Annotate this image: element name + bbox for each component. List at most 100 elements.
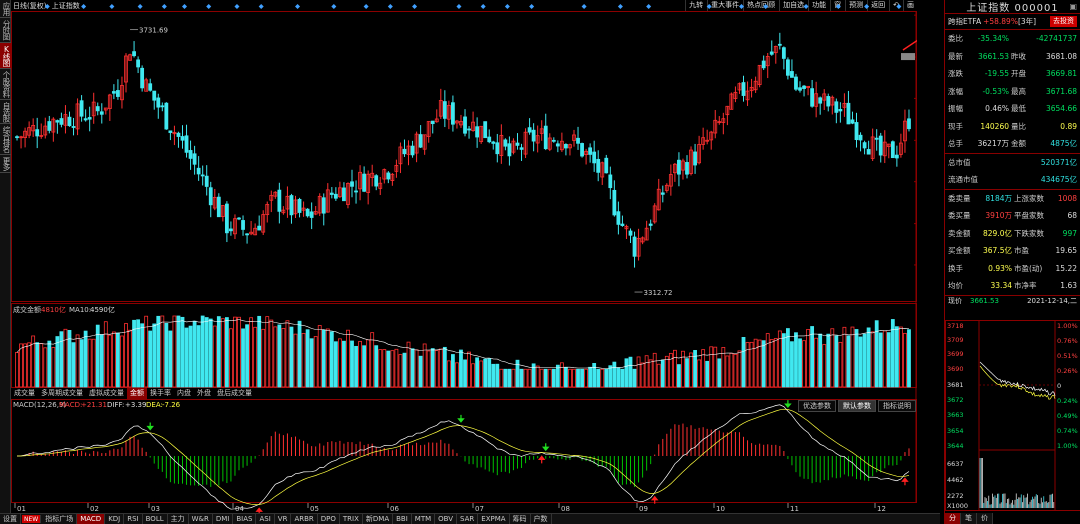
volume-bar-up bbox=[636, 356, 641, 388]
mid-tab-outer[interactable]: 外盘 bbox=[194, 388, 214, 399]
tab-arbr[interactable]: ARBR bbox=[291, 514, 318, 524]
candle-down bbox=[858, 134, 863, 141]
left-tab-profile[interactable]: 个股资料 bbox=[0, 69, 11, 100]
candle-down bbox=[794, 76, 798, 90]
mid-tab-inner[interactable]: 内盘 bbox=[174, 388, 194, 399]
tab-asi[interactable]: ASI bbox=[256, 514, 275, 524]
settings-tab[interactable]: 设置 bbox=[0, 514, 21, 524]
volume-bar-down bbox=[705, 360, 710, 388]
tab-new-dma[interactable]: 新DMA bbox=[363, 514, 394, 524]
candle-down bbox=[148, 83, 153, 91]
tab-chips[interactable]: 筹码 bbox=[510, 514, 531, 524]
left-tab-timeline[interactable]: 分时图 bbox=[0, 18, 11, 43]
tab-bias[interactable]: BIAS bbox=[233, 514, 257, 524]
high-price-label: 3731.69 bbox=[139, 27, 168, 35]
volume-indicator-tabs: 成交量 多周期成交量 虚拟成交量 金额 换手率 内盘 外盘 盘后成交量 bbox=[11, 388, 255, 399]
volume-bar-up bbox=[265, 316, 270, 388]
intraday-date: 2021-12-14,二 bbox=[1027, 297, 1077, 305]
tab-main-force[interactable]: 主力 bbox=[168, 514, 189, 524]
volume-bar-up bbox=[23, 343, 27, 388]
event-diamond bbox=[480, 4, 486, 9]
tab-dmi[interactable]: DMI bbox=[213, 514, 234, 524]
low-price-label: 3312.72 bbox=[644, 289, 673, 297]
volume-bar-up bbox=[160, 315, 165, 388]
volume-bar-down bbox=[519, 368, 524, 388]
intraday-chart[interactable]: 3718 3709 3699 3690 3681 3672 3663 3654 3644 6637… bbox=[945, 320, 1080, 512]
tab-price[interactable]: 价 bbox=[977, 513, 993, 524]
tab-dpo[interactable]: DPO bbox=[318, 514, 340, 524]
candle-down bbox=[350, 181, 354, 187]
mid-tab-turnover[interactable]: 换手率 bbox=[147, 388, 174, 399]
optimal-params-button[interactable]: 优选参数 bbox=[798, 400, 836, 412]
volume-bar-up bbox=[733, 353, 738, 388]
volume-bar-up bbox=[325, 328, 330, 388]
volume-bar-up bbox=[535, 365, 540, 388]
intraday-left-label: 3681 bbox=[947, 381, 964, 389]
tab-bbi[interactable]: BBI bbox=[393, 514, 412, 524]
volume-bar-up bbox=[644, 355, 649, 388]
indicator-help-button[interactable]: 指标说明 bbox=[878, 400, 916, 412]
mid-tab-multi-volume[interactable]: 多周期成交量 bbox=[38, 388, 86, 399]
volume-bar-down bbox=[854, 329, 859, 388]
volume-bar-down bbox=[79, 339, 84, 388]
tab-mtm[interactable]: MTM bbox=[412, 514, 436, 524]
mid-tab-virtual-volume[interactable]: 虚拟成交量 bbox=[86, 388, 127, 399]
month-label: 02 bbox=[90, 505, 99, 513]
invest-button[interactable]: 去投资 bbox=[1050, 16, 1077, 27]
left-tab-apps[interactable]: 应用 bbox=[0, 0, 11, 18]
tab-minute[interactable]: 分 bbox=[945, 513, 961, 524]
tab-rsi[interactable]: RSI bbox=[124, 514, 143, 524]
volume-bar-down bbox=[83, 330, 88, 388]
left-tab-ranking[interactable]: 综合排名 bbox=[0, 124, 11, 155]
bookmark-icon[interactable]: ▣ bbox=[1069, 2, 1077, 11]
candle-down bbox=[894, 154, 899, 159]
quote-header: 上证指数 000001 ▣ bbox=[945, 0, 1080, 14]
intraday-left-label: 3654 bbox=[947, 427, 964, 435]
tab-sar[interactable]: SAR bbox=[457, 514, 479, 524]
mid-tab-amount[interactable]: 金额 bbox=[127, 388, 147, 399]
now-label: 现价 bbox=[948, 297, 962, 305]
event-diamond bbox=[81, 4, 87, 9]
volume-bar-up bbox=[899, 326, 903, 388]
left-tab-watchlist[interactable]: 自选股 bbox=[0, 100, 11, 124]
tab-wr[interactable]: W&R bbox=[189, 514, 213, 524]
mid-tab-volume[interactable]: 成交量 bbox=[11, 388, 38, 399]
left-tab-more[interactable]: 更多 bbox=[0, 155, 11, 173]
quote-row: 涨幅 -0.53% 最高 3671.68 bbox=[945, 83, 1080, 101]
mid-tab-after-hours[interactable]: 盘后成交量 bbox=[214, 388, 255, 399]
volume-bar-down bbox=[333, 341, 338, 388]
cap-label: 流通市值 bbox=[948, 175, 978, 185]
tab-holders[interactable]: 户数 bbox=[531, 514, 552, 524]
volume-bar-down bbox=[59, 331, 64, 388]
volume-bar-up bbox=[406, 341, 411, 388]
candle-down bbox=[519, 147, 524, 150]
candle-down bbox=[874, 137, 879, 140]
tab-indicator-square[interactable]: 指标广场 bbox=[42, 514, 78, 524]
tab-macd[interactable]: MACD bbox=[77, 514, 106, 524]
left-tab-kline[interactable]: K线图 bbox=[0, 42, 11, 69]
tab-expma[interactable]: EXPMA bbox=[478, 514, 510, 524]
event-diamond bbox=[182, 4, 188, 9]
tab-kdj[interactable]: KDJ bbox=[105, 514, 125, 524]
tab-obv[interactable]: OBV bbox=[435, 514, 458, 524]
volume-bar-up bbox=[237, 316, 241, 388]
volume-bar-down bbox=[418, 355, 423, 388]
tab-boll[interactable]: BOLL bbox=[143, 514, 168, 524]
row-value: -35.34% bbox=[977, 34, 1009, 44]
kline-chart[interactable]: 3755368836223555348934223356 3731.693312… bbox=[11, 0, 917, 513]
volume-bar-down bbox=[99, 334, 104, 388]
volume-bar-up bbox=[398, 354, 403, 388]
default-params-button[interactable]: 默认参数 bbox=[838, 400, 876, 412]
tab-trades[interactable]: 笔 bbox=[961, 513, 977, 524]
tab-vr[interactable]: VR bbox=[275, 514, 292, 524]
row-label-2: 下跌家数 bbox=[1014, 228, 1044, 238]
volume-bar-up bbox=[103, 321, 108, 388]
volume-bar-up bbox=[75, 334, 80, 388]
intraday-right-label: 0 bbox=[1057, 382, 1061, 390]
tab-trix[interactable]: TRIX bbox=[340, 514, 363, 524]
quote-row: 现手 140260 量比 0.89 bbox=[945, 118, 1080, 136]
candle-down bbox=[168, 130, 173, 133]
volume-bar-up bbox=[358, 341, 362, 388]
volume-bar-up bbox=[547, 368, 552, 388]
etf-value: +58.89% bbox=[983, 17, 1018, 26]
